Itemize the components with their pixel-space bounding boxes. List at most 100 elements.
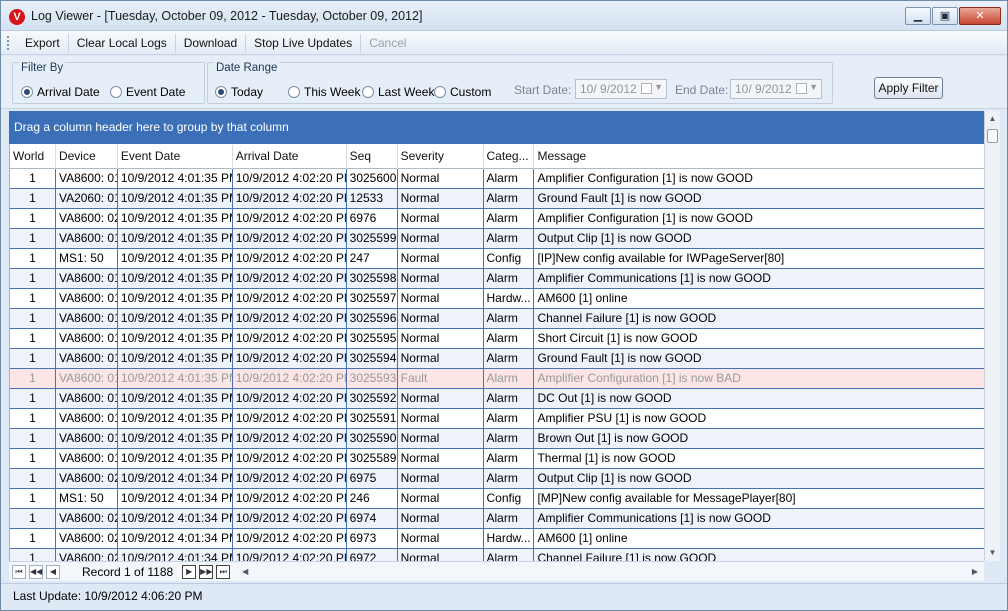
table-row[interactable]: 1 VA8600: 02 10/9/2012 4:01:34 PM 10/9/2012…	[10, 509, 984, 529]
cell-seq: 3025593	[347, 369, 398, 388]
cell-severity: Normal	[398, 509, 484, 528]
cancel-button[interactable]: Cancel	[361, 34, 414, 52]
table-row[interactable]: 1 VA8600: 01 10/9/2012 4:01:35 PM 10/9/2012…	[10, 269, 984, 289]
stop-live-updates-button[interactable]: Stop Live Updates	[246, 33, 362, 52]
table-row[interactable]: 1 VA8600: 01 10/9/2012 4:01:35 PM 10/9/2012…	[10, 229, 984, 249]
table-row[interactable]: 1 VA8600: 02 10/9/2012 4:01:35 PM 10/9/2012…	[10, 209, 984, 229]
cell-category: Alarm	[484, 269, 535, 288]
scroll-thumb[interactable]	[987, 129, 998, 143]
cell-message: Amplifier Configuration [1] is now GOOD	[537, 211, 753, 225]
table-row[interactable]: 1 VA8600: 01 10/9/2012 4:01:35 PM 10/9/2012…	[10, 389, 984, 409]
start-date-picker[interactable]: 10/ 9/2012 ▼	[575, 79, 667, 99]
cell-event-date: 10/9/2012 4:01:34 PM	[118, 469, 233, 488]
next-page-icon[interactable]: ▶▶	[199, 564, 214, 579]
cell-world: 1	[10, 429, 56, 448]
start-date-value: 10/ 9/2012	[580, 82, 637, 96]
table-row[interactable]: 1 VA8600: 01 10/9/2012 4:01:35 PM 10/9/2012…	[10, 409, 984, 429]
cell-arrival-date: 10/9/2012 4:02:20 PM	[233, 329, 347, 348]
close-button[interactable]: ✕	[959, 7, 1001, 25]
first-record-icon[interactable]: ⏮	[12, 564, 26, 579]
column-header-message[interactable]: Message	[534, 144, 984, 169]
grid-body: 1 VA8600: 01 10/9/2012 4:01:35 PM 10/9/2012…	[10, 169, 984, 561]
cell-category: Hardw...	[484, 289, 535, 308]
cell-device: VA8600: 01	[56, 169, 118, 188]
record-navigator: ⏮ ◀◀ ◀ Record 1 of 1188 ▶ ▶▶ ⏭ ◀ ▶	[9, 561, 984, 581]
table-row[interactable]: 1 VA8600: 01 10/9/2012 4:01:35 PM 10/9/2012…	[10, 349, 984, 369]
cell-event-date: 10/9/2012 4:01:35 PM	[118, 209, 233, 228]
table-row[interactable]: 1 MS1: 50 10/9/2012 4:01:35 PM 10/9/2012 4:…	[10, 249, 984, 269]
cell-event-date: 10/9/2012 4:01:35 PM	[118, 349, 233, 368]
cell-world: 1	[10, 229, 56, 248]
cell-severity: Normal	[398, 449, 484, 468]
cell-event-date: 10/9/2012 4:01:35 PM	[118, 389, 233, 408]
table-row[interactable]: 1 VA8600: 01 10/9/2012 4:01:35 PM 10/9/2012…	[10, 309, 984, 329]
vertical-scrollbar[interactable]: ▲ ▼	[984, 111, 1000, 561]
download-button[interactable]: Download	[176, 33, 247, 52]
today-radio[interactable]: Today	[215, 85, 263, 99]
event-date-radio[interactable]: Event Date	[110, 85, 185, 99]
cell-category: Alarm	[484, 389, 535, 408]
column-header-event-date[interactable]: Event Date	[118, 144, 233, 169]
cell-severity: Normal	[398, 209, 484, 228]
last-week-radio[interactable]: Last Week	[362, 85, 434, 99]
date-range-group: Date Range Today This Week Last Week Cus…	[207, 62, 833, 104]
end-date-label: End Date:	[675, 83, 729, 97]
cell-seq: 6974	[347, 509, 398, 528]
table-row[interactable]: 1 VA8600: 01 10/9/2012 4:01:35 PM 10/9/2012…	[10, 329, 984, 349]
maximize-button[interactable]: ▣	[932, 7, 958, 25]
cell-category: Alarm	[484, 469, 535, 488]
cell-category: Alarm	[484, 309, 535, 328]
cell-seq: 12533	[347, 189, 398, 208]
end-date-picker[interactable]: 10/ 9/2012 ▼	[730, 79, 822, 99]
cell-world: 1	[10, 369, 56, 388]
column-header-seq[interactable]: Seq	[347, 144, 398, 169]
scroll-up-icon[interactable]: ▲	[985, 111, 1000, 127]
table-row[interactable]: 1 VA8600: 01 10/9/2012 4:01:35 PM 10/9/2012…	[10, 369, 984, 389]
cell-device: VA8600: 02	[56, 209, 118, 228]
column-header-arrival-date[interactable]: Arrival Date	[233, 144, 347, 169]
table-row[interactable]: 1 VA8600: 02 10/9/2012 4:01:34 PM 10/9/2012…	[10, 549, 984, 561]
cell-device: VA8600: 02	[56, 529, 118, 548]
minimize-button[interactable]: ▁	[905, 7, 931, 25]
title-bar[interactable]: V Log Viewer - [Tuesday, October 09, 201…	[1, 1, 1007, 31]
cell-severity: Normal	[398, 289, 484, 308]
cell-event-date: 10/9/2012 4:01:35 PM	[118, 409, 233, 428]
apply-filter-button[interactable]: Apply Filter	[874, 77, 943, 99]
table-row[interactable]: 1 VA8600: 02 10/9/2012 4:01:34 PM 10/9/2012…	[10, 529, 984, 549]
last-record-icon[interactable]: ⏭	[216, 564, 231, 579]
table-row[interactable]: 1 VA8600: 01 10/9/2012 4:01:35 PM 10/9/2012…	[10, 289, 984, 309]
export-button[interactable]: Export	[17, 33, 69, 52]
table-row[interactable]: 1 MS1: 50 10/9/2012 4:01:34 PM 10/9/2012 4:…	[10, 489, 984, 509]
previous-record-icon[interactable]: ◀	[46, 564, 60, 579]
cell-event-date: 10/9/2012 4:01:34 PM	[118, 489, 233, 508]
cell-world: 1	[10, 189, 56, 208]
cell-severity: Normal	[398, 529, 484, 548]
previous-page-icon[interactable]: ◀◀	[29, 564, 43, 579]
table-row[interactable]: 1 VA8600: 02 10/9/2012 4:01:34 PM 10/9/2012…	[10, 469, 984, 489]
table-row[interactable]: 1 VA8600: 01 10/9/2012 4:01:35 PM 10/9/2012…	[10, 169, 984, 189]
cell-arrival-date: 10/9/2012 4:02:20 PM	[233, 549, 347, 561]
clear-local-logs-button[interactable]: Clear Local Logs	[69, 33, 176, 52]
table-row[interactable]: 1 VA2060: 01 10/9/2012 4:01:35 PM 10/9/2012…	[10, 189, 984, 209]
cell-world: 1	[10, 209, 56, 228]
scroll-right-icon[interactable]: ▶	[972, 567, 978, 576]
table-row[interactable]: 1 VA8600: 01 10/9/2012 4:01:35 PM 10/9/2012…	[10, 449, 984, 469]
this-week-radio[interactable]: This Week	[288, 85, 360, 99]
column-header-device[interactable]: Device	[56, 144, 118, 169]
arrival-date-radio[interactable]: Arrival Date	[21, 85, 100, 99]
cell-severity: Normal	[398, 229, 484, 248]
group-by-drop-area[interactable]: Drag a column header here to group by th…	[9, 111, 1000, 144]
next-record-icon[interactable]: ▶	[182, 564, 197, 579]
column-header-category[interactable]: Categ...	[484, 144, 535, 169]
custom-radio[interactable]: Custom	[434, 85, 491, 99]
table-row[interactable]: 1 VA8600: 01 10/9/2012 4:01:35 PM 10/9/2012…	[10, 429, 984, 449]
cell-world: 1	[10, 169, 56, 188]
toolbar-grip-icon[interactable]	[7, 35, 11, 50]
scroll-left-icon[interactable]: ◀	[242, 567, 248, 576]
cell-seq: 247	[347, 249, 398, 268]
scroll-down-icon[interactable]: ▼	[985, 545, 1000, 561]
column-header-severity[interactable]: Severity	[398, 144, 484, 169]
column-header-world[interactable]: World	[10, 144, 56, 169]
cell-seq: 3025591	[347, 409, 398, 428]
cell-seq: 3025600	[347, 169, 398, 188]
